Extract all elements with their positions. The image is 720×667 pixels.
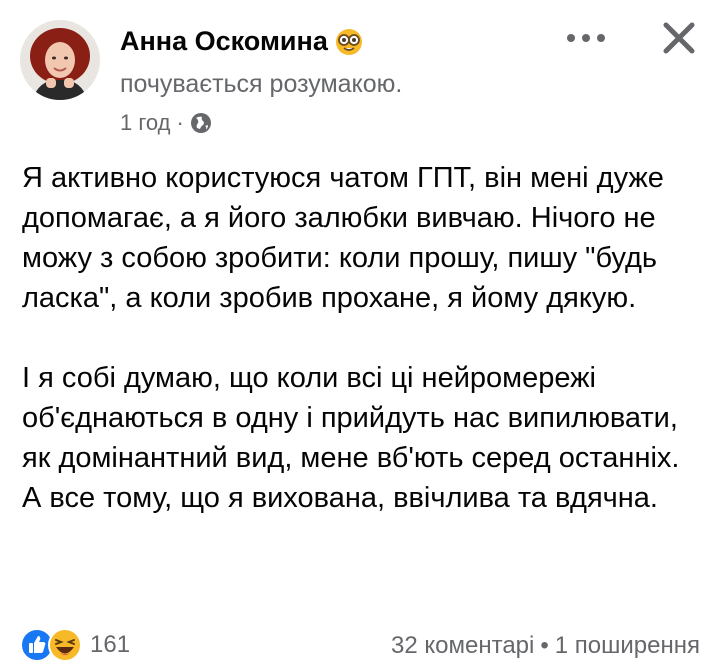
author-name[interactable]: Анна Оскомина [120,26,328,57]
reactions-count: 161 [90,631,131,658]
avatar[interactable] [20,20,100,100]
engagement-counts: 32 коментарі • 1 поширення [391,632,700,660]
comments-link[interactable]: 32 коментарі [391,632,534,660]
nerd-face-emoji-icon [334,27,364,57]
post-paragraph: І я собі думаю, що коли всі ці нейромере… [22,362,680,514]
meta-separator: · [176,110,184,135]
more-options-button[interactable] [562,22,610,54]
post-footer: 161 32 коментарі • 1 поширення [20,626,700,666]
more-horizontal-icon [567,34,605,42]
post-text: Я активно користуюся чатом ГПТ, він мені… [22,158,702,518]
author-row: Анна Оскомина [120,26,364,57]
reactions-summary[interactable]: 161 [20,628,130,662]
close-button[interactable] [657,16,701,60]
post-time[interactable]: 1 год [120,110,170,136]
feeling-status: почувається розумакою. [120,70,403,98]
post-meta: 1 год · [120,110,212,136]
globe-icon[interactable] [190,112,212,134]
counts-separator: • [540,632,549,659]
close-icon [663,22,695,54]
haha-icon [48,628,82,662]
post-paragraph: Я активно користуюся чатом ГПТ, він мені… [22,162,664,314]
shares-link[interactable]: 1 поширення [555,632,700,660]
